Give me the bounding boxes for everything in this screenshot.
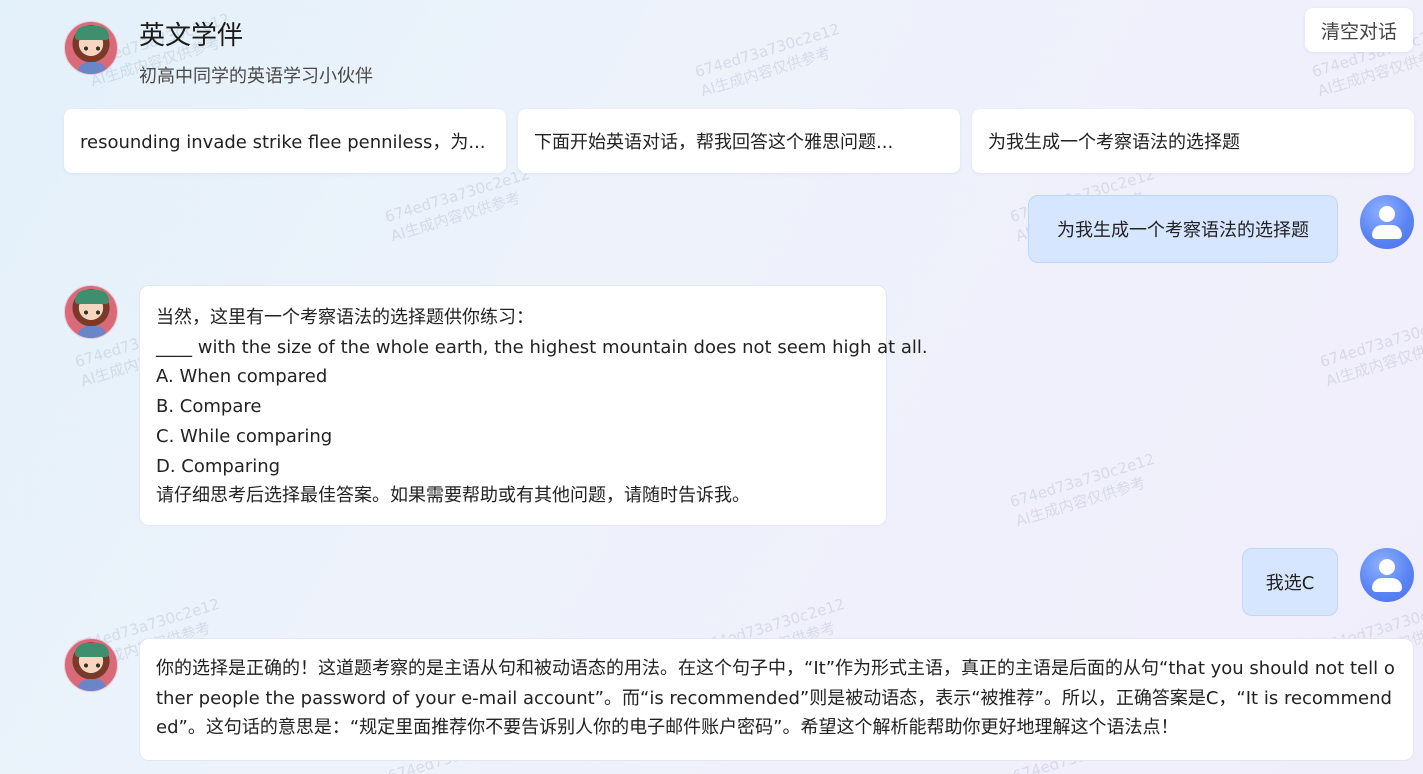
bot-avatar [64, 21, 118, 75]
watermark: 674ed73a730c2e12AI生成内容仅供参考 [1317, 309, 1423, 391]
user-avatar-icon [1360, 195, 1414, 249]
bot-message-line: 当然，这里有一个考察语法的选择题供你练习： [156, 307, 534, 328]
user-message: 我选C [1242, 548, 1338, 616]
bot-message-line: 请仔细思考后选择最佳答案。如果需要帮助或有其他问题，请随时告诉我。 [156, 485, 750, 507]
clear-chat-button[interactable]: 清空对话 [1305, 8, 1413, 52]
question-stem: ____ with the size of the whole earth, t… [156, 336, 928, 358]
bot-message: 你的选择是正确的！这道题考察的是主语从句和被动语态的用法。在这个句子中，“It”… [139, 638, 1414, 761]
watermark: 674ed73a730c2e12AI生成内容仅供参考 [382, 164, 532, 246]
bot-message: 当然，这里有一个考察语法的选择题供你练习： ____ with the size… [139, 285, 928, 526]
bot-avatar [64, 285, 118, 339]
suggestion-card[interactable]: 为我生成一个考察语法的选择题 [972, 109, 1414, 173]
user-message-text: 我选C [1265, 573, 1315, 594]
app-header: 英文学伴 初高中同学的英语学习小伙伴 清空对话 [64, 8, 1414, 94]
bot-avatar [64, 638, 118, 692]
app-title: 英文学伴 [139, 21, 244, 51]
option-a: A. When compared [156, 366, 328, 388]
bot-message-text: 你的选择是正确的！这道题考察的是主语从句和被动语态的用法。在这个句子中，“It”… [156, 658, 1395, 739]
watermark: 674ed73a730c2e12AI生成内容仅供参考 [1007, 449, 1157, 531]
app-subtitle: 初高中同学的英语学习小伙伴 [139, 66, 373, 87]
user-message: 为我生成一个考察语法的选择题 [1028, 195, 1338, 263]
user-message-text: 为我生成一个考察语法的选择题 [1057, 220, 1309, 241]
suggestion-list: resounding invade strike flee penniless，… [64, 109, 1414, 173]
option-b: B. Compare [156, 396, 262, 418]
suggestion-card[interactable]: resounding invade strike flee penniless，… [64, 109, 506, 173]
user-avatar-icon [1360, 548, 1414, 602]
suggestion-card[interactable]: 下面开始英语对话，帮我回答这个雅思问题... [518, 109, 960, 173]
option-c: C. While comparing [156, 425, 333, 447]
option-d: D. Comparing [156, 455, 281, 477]
